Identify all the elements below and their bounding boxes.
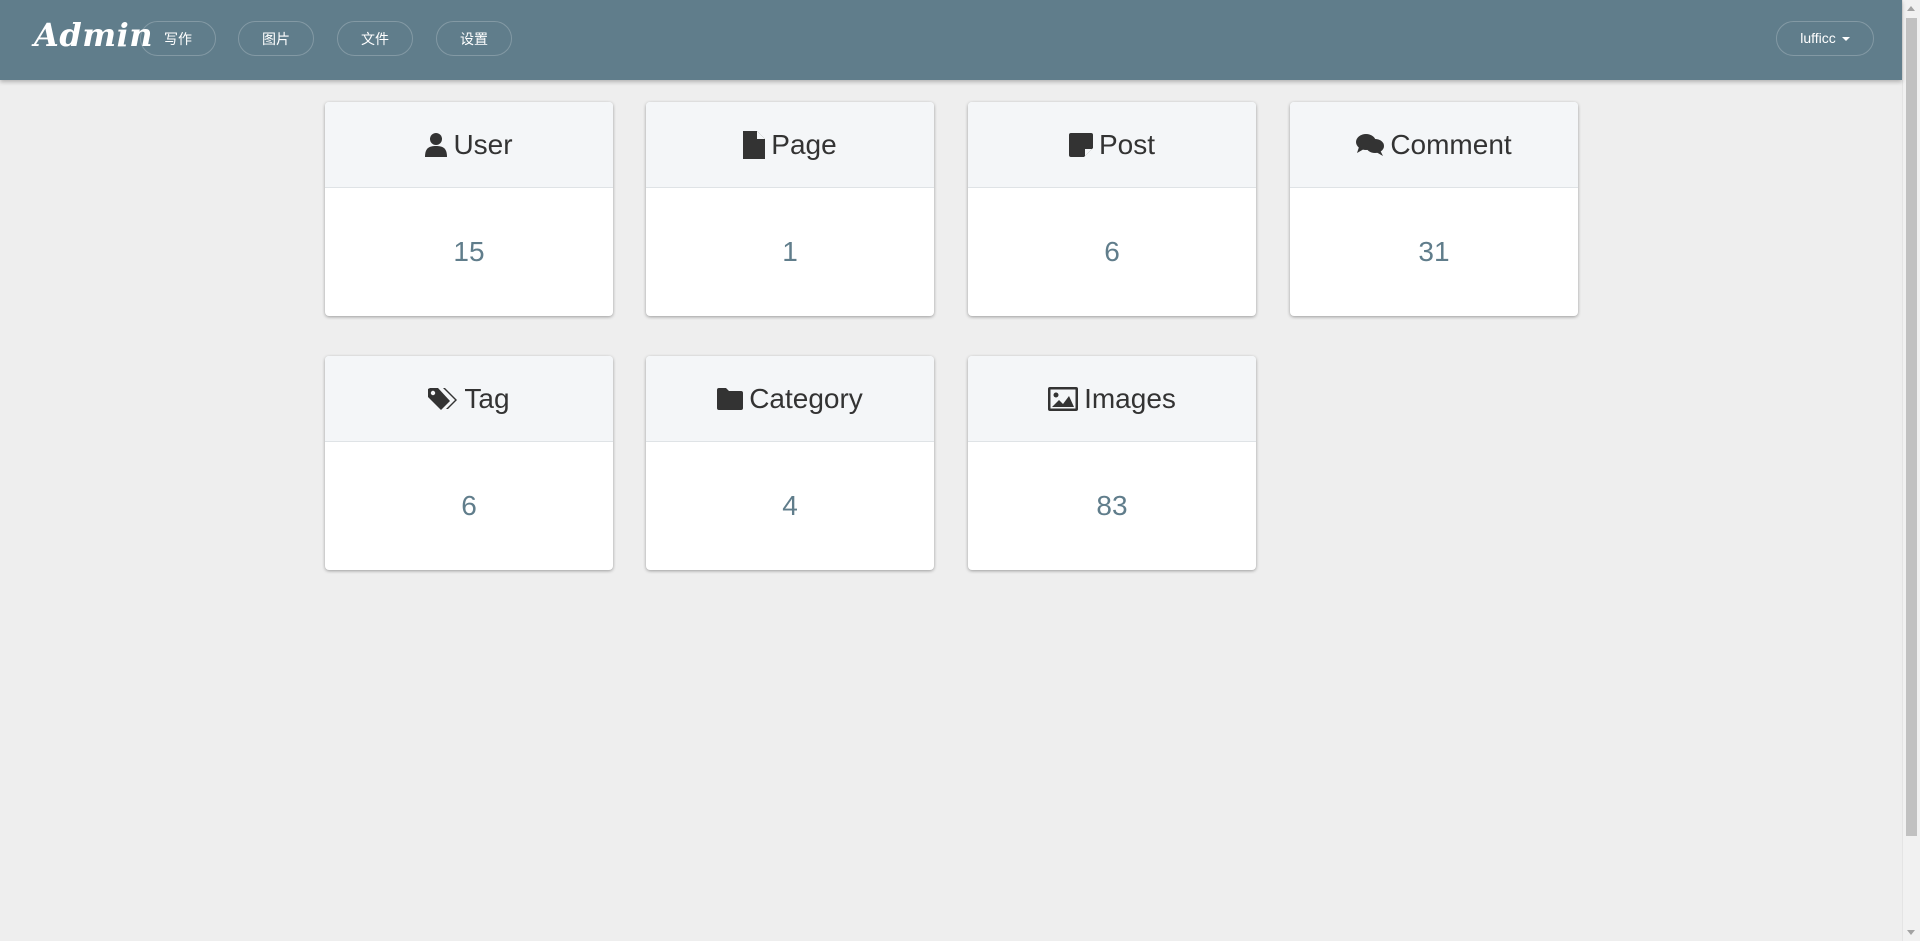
card-count: 6: [1104, 236, 1120, 267]
comments-icon: [1356, 133, 1385, 156]
stat-card-page[interactable]: Page 1: [646, 102, 934, 316]
card-title: Page: [771, 128, 837, 160]
card-title: Tag: [464, 382, 510, 414]
folder-icon: [717, 387, 744, 410]
card-header: Images: [968, 356, 1256, 442]
stat-card-images[interactable]: Images 83: [968, 356, 1256, 570]
card-header: Page: [646, 102, 934, 188]
card-count: 15: [453, 236, 485, 267]
brand-logo[interactable]: Admin: [34, 16, 153, 54]
card-count: 1: [782, 236, 798, 267]
caret-down-icon: [1841, 37, 1850, 42]
nav-write-button[interactable]: 写作: [140, 21, 216, 56]
card-header: Post: [968, 102, 1256, 188]
scrollbar-thumb[interactable]: [1906, 18, 1917, 836]
scroll-up-arrow-icon[interactable]: [1907, 6, 1915, 11]
user-name: lufficc: [1800, 30, 1836, 46]
nav-settings-button[interactable]: 设置: [436, 21, 512, 56]
stat-card-category[interactable]: Category 4: [646, 356, 934, 570]
card-count: 31: [1418, 236, 1450, 267]
sticky-note-icon: [1068, 132, 1093, 157]
stat-card-user[interactable]: User 15: [325, 102, 613, 316]
nav-images-button[interactable]: 图片: [238, 21, 314, 56]
card-title: Post: [1098, 128, 1156, 160]
user-menu-dropdown[interactable]: lufficc: [1776, 21, 1874, 56]
card-title: User: [453, 128, 513, 160]
card-count: 4: [782, 490, 798, 521]
card-title: Category: [749, 382, 863, 414]
card-count: 6: [461, 490, 477, 521]
stat-card-tag[interactable]: Tag 6: [325, 356, 613, 570]
card-header: User: [325, 102, 613, 188]
card-header: Category: [646, 356, 934, 442]
scroll-down-arrow-icon[interactable]: [1907, 930, 1915, 935]
stat-card-comment[interactable]: Comment 31: [1290, 102, 1578, 316]
image-icon: [1048, 386, 1079, 411]
card-title: Images: [1084, 382, 1176, 414]
card-header: Tag: [325, 356, 613, 442]
nav-files-button[interactable]: 文件: [337, 21, 413, 56]
card-title: Comment: [1390, 128, 1512, 160]
file-icon: [743, 130, 766, 159]
card-count: 83: [1096, 490, 1128, 521]
top-navbar: Admin 写作 图片 文件 设置 lufficc: [0, 0, 1902, 80]
stat-card-post[interactable]: Post 6: [968, 102, 1256, 316]
user-icon: [425, 132, 448, 157]
card-header: Comment: [1290, 102, 1578, 188]
vertical-scrollbar[interactable]: [1902, 0, 1920, 941]
tags-icon: [428, 387, 458, 410]
